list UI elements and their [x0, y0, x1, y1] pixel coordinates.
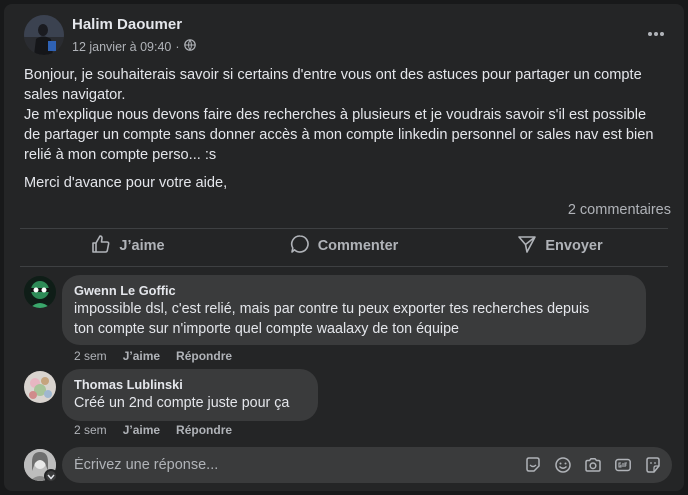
comment-text: impossible dsl, c'est relié, mais par co… — [74, 301, 590, 317]
comment-time[interactable]: 2 sem — [74, 349, 107, 363]
send-icon — [517, 234, 537, 258]
reply-box — [62, 447, 672, 483]
post-paragraph: Je m'explique nous devons faire des rech… — [24, 107, 654, 163]
reply-toolbar — [524, 456, 662, 474]
share-button[interactable]: Envoyer — [452, 229, 668, 263]
comment-author[interactable]: Gwenn Le Goffic — [74, 282, 634, 299]
comment-meta: 2 sem J’aime Répondre — [74, 423, 232, 437]
comment-text: Créé un 2nd compte juste pour ça — [74, 395, 290, 411]
post-body: Bonjour, je souhaiterais savoir si certa… — [24, 65, 664, 201]
comment-count[interactable]: 2 commentaires — [568, 202, 671, 218]
comment-like-link[interactable]: J’aime — [123, 423, 160, 437]
comment-meta: 2 sem J’aime Répondre — [74, 349, 232, 363]
commenter-avatar[interactable] — [24, 276, 56, 308]
avatar-sticker-icon[interactable] — [644, 456, 662, 474]
post-paragraph: Bonjour, je souhaiterais savoir si certa… — [24, 67, 642, 103]
share-label: Envoyer — [545, 238, 603, 254]
like-label: J’aime — [119, 238, 165, 254]
reply-input[interactable] — [74, 447, 514, 483]
author-name[interactable]: Halim Daoumer — [72, 16, 182, 33]
like-button[interactable]: J’aime — [20, 229, 236, 263]
globe-icon — [183, 39, 196, 54]
comment-reply-link[interactable]: Répondre — [176, 423, 232, 437]
post-paragraph: Merci d'avance pour votre aide, — [24, 175, 228, 191]
gif-icon[interactable] — [614, 456, 632, 474]
comment-author[interactable]: Thomas Lublinski — [74, 376, 306, 393]
comment-bubble: Gwenn Le Goffic impossible dsl, c'est re… — [62, 275, 646, 345]
chevron-down-icon — [47, 467, 55, 485]
more-horizontal-icon — [647, 24, 665, 42]
commenter-avatar[interactable] — [24, 371, 56, 403]
author-avatar[interactable] — [24, 15, 64, 55]
more-options-button[interactable] — [642, 22, 670, 44]
thumbs-up-icon — [91, 234, 111, 258]
action-bar: J’aime Commenter Envoyer — [20, 229, 668, 263]
comment-text: ton compte sur n'importe quel compte waa… — [74, 321, 459, 337]
post-date[interactable]: 12 janvier à 09:40 — [72, 40, 171, 54]
speech-bubble-icon — [290, 234, 310, 258]
emoji-icon[interactable] — [554, 456, 572, 474]
comment-reply-link[interactable]: Répondre — [176, 349, 232, 363]
camera-icon[interactable] — [584, 456, 602, 474]
comment-label: Commenter — [317, 238, 399, 254]
comment-bubble: Thomas Lublinski Créé un 2nd compte just… — [62, 369, 318, 421]
sticker-icon[interactable] — [524, 456, 542, 474]
account-switch-button[interactable] — [44, 469, 58, 483]
post-card: Halim Daoumer 12 janvier à 09:40 · Bonjo… — [4, 4, 684, 491]
post-meta: 12 janvier à 09:40 · — [72, 39, 196, 54]
divider — [20, 266, 668, 267]
meta-separator: · — [175, 39, 180, 54]
comment-button[interactable]: Commenter — [236, 229, 452, 263]
comment-time[interactable]: 2 sem — [74, 423, 107, 437]
comment-like-link[interactable]: J’aime — [123, 349, 160, 363]
